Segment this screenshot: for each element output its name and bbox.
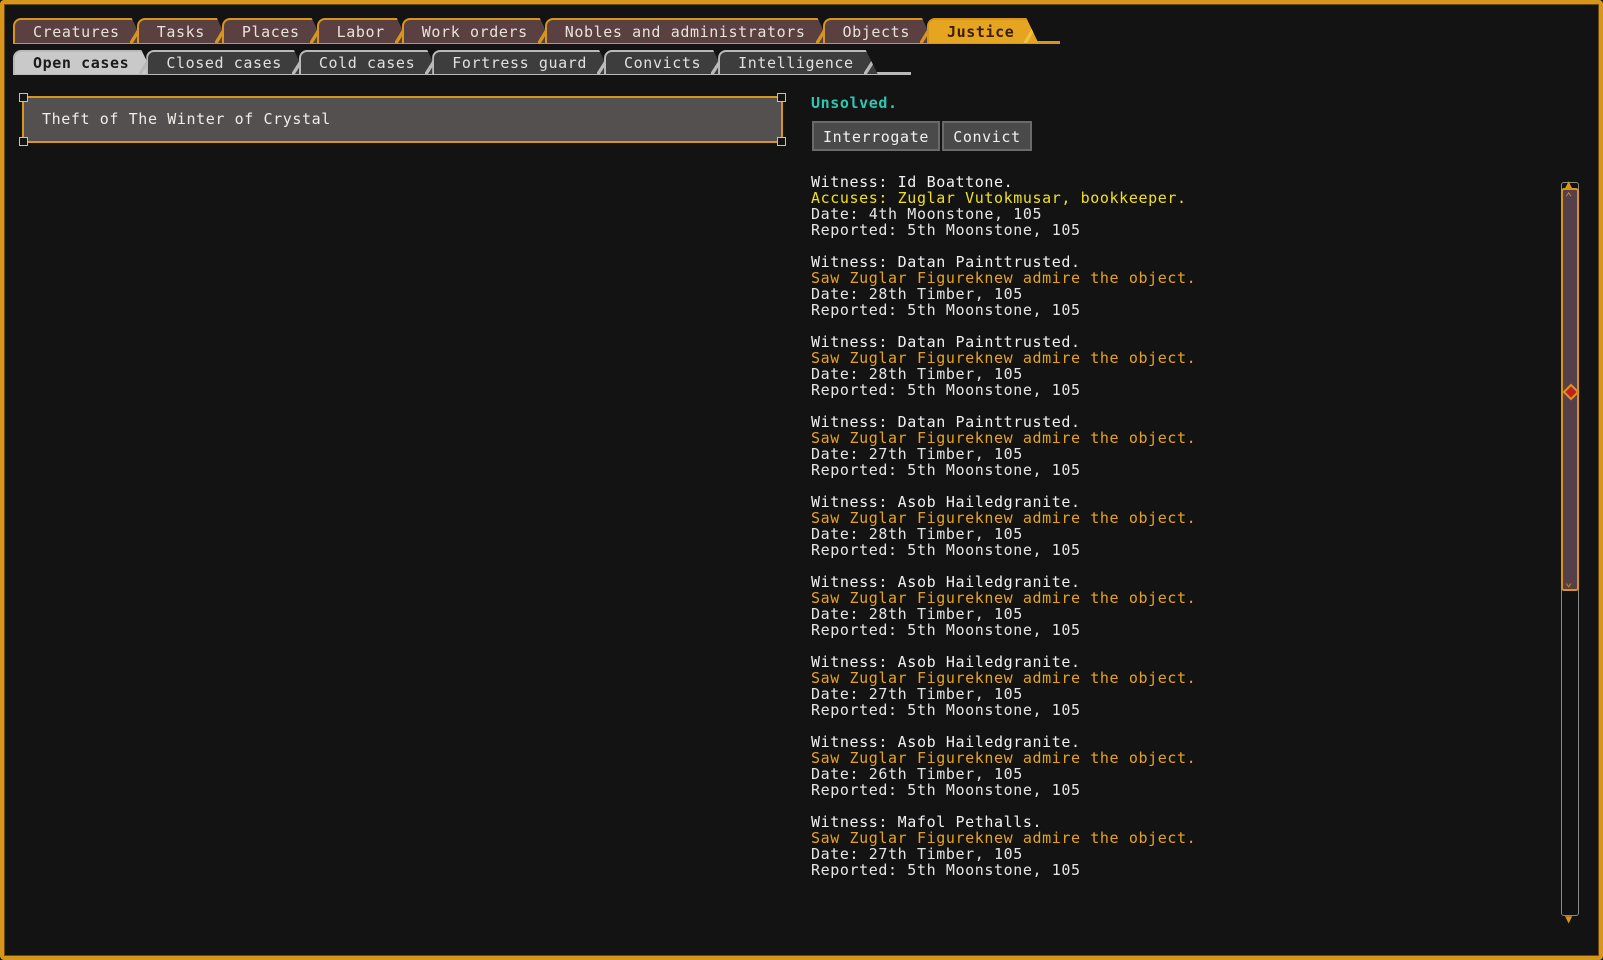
corner-ornament — [777, 137, 786, 146]
interrogate-button[interactable]: Interrogate — [812, 121, 940, 151]
tab-objects[interactable]: Objects — [823, 18, 934, 43]
witness-entry: Witness: Asob Hailedgranite. Saw Zuglar … — [811, 734, 1511, 798]
reported-date: Reported: 5th Moonstone, 105 — [811, 301, 1081, 319]
witness-name: Witness: Asob Hailedgranite. — [811, 493, 1081, 511]
reported-date: Reported: 5th Moonstone, 105 — [811, 781, 1081, 799]
witness-name: Witness: Asob Hailedgranite. — [811, 733, 1081, 751]
subtab-closed-cases[interactable]: Closed cases — [146, 50, 306, 74]
tab-labor[interactable]: Labor — [317, 18, 409, 43]
witness-testimony: Saw Zuglar Figureknew admire the object. — [811, 349, 1197, 367]
reported-date: Reported: 5th Moonstone, 105 — [811, 621, 1081, 639]
tab-creatures[interactable]: Creatures — [13, 18, 144, 43]
reported-date: Reported: 5th Moonstone, 105 — [811, 461, 1081, 479]
event-date: Date: 27th Timber, 105 — [811, 445, 1023, 463]
tab-work-orders[interactable]: Work orders — [402, 18, 552, 43]
tab-nobles-and-administrators[interactable]: Nobles and administrators — [545, 18, 830, 43]
witness-entry: Witness: Mafol Pethalls. Saw Zuglar Figu… — [811, 814, 1511, 878]
event-date: Date: 28th Timber, 105 — [811, 285, 1023, 303]
chevron-down-icon: ⌄ — [1565, 575, 1573, 589]
witness-testimony: Saw Zuglar Figureknew admire the object. — [811, 829, 1197, 847]
reported-date: Reported: 5th Moonstone, 105 — [811, 221, 1081, 239]
witness-entry: Witness: Datan Painttrusted. Saw Zuglar … — [811, 254, 1511, 318]
witness-testimony: Saw Zuglar Figureknew admire the object. — [811, 429, 1197, 447]
witness-testimony: Saw Zuglar Figureknew admire the object. — [811, 269, 1197, 287]
witness-entry: Witness: Id Boattone. Accuses: Zuglar Vu… — [811, 174, 1511, 238]
corner-ornament — [19, 137, 28, 146]
chevron-up-icon: ⌃ — [1565, 190, 1573, 204]
event-date: Date: 28th Timber, 105 — [811, 525, 1023, 543]
convict-button[interactable]: Convict — [942, 121, 1032, 151]
witness-testimony: Saw Zuglar Figureknew admire the object. — [811, 509, 1197, 527]
event-date: Date: 27th Timber, 105 — [811, 845, 1023, 863]
witness-testimony: Saw Zuglar Figureknew admire the object. — [811, 669, 1197, 687]
tab-justice[interactable]: Justice — [927, 18, 1038, 43]
witness-entry: Witness: Datan Painttrusted. Saw Zuglar … — [811, 334, 1511, 398]
reported-date: Reported: 5th Moonstone, 105 — [811, 541, 1081, 559]
case-status: Unsolved. — [811, 94, 898, 112]
witness-testimony: Saw Zuglar Figureknew admire the object. — [811, 589, 1197, 607]
witness-name: Witness: Asob Hailedgranite. — [811, 653, 1081, 671]
witness-name: Witness: Datan Painttrusted. — [811, 253, 1081, 271]
event-date: Date: 4th Moonstone, 105 — [811, 205, 1043, 223]
sub-tab-bar: Open cases Closed cases Cold cases Fortr… — [13, 50, 871, 74]
witness-report-list: Witness: Id Boattone. Accuses: Zuglar Vu… — [811, 174, 1511, 894]
arrow-up-icon[interactable]: ▲ — [1565, 178, 1572, 190]
subtab-fortress-guard[interactable]: Fortress guard — [432, 50, 611, 74]
subtab-open-cases[interactable]: Open cases — [13, 50, 153, 74]
reported-date: Reported: 5th Moonstone, 105 — [811, 701, 1081, 719]
reported-date: Reported: 5th Moonstone, 105 — [811, 381, 1081, 399]
witness-entry: Witness: Asob Hailedgranite. Saw Zuglar … — [811, 654, 1511, 718]
case-title: Theft of The Winter of Crystal — [42, 110, 331, 128]
witness-name: Witness: Datan Painttrusted. — [811, 413, 1081, 431]
witness-entry: Witness: Datan Painttrusted. Saw Zuglar … — [811, 414, 1511, 478]
main-tab-bar: Creatures Tasks Places Labor Work orders… — [13, 18, 1031, 43]
event-date: Date: 28th Timber, 105 — [811, 605, 1023, 623]
subtab-convicts[interactable]: Convicts — [604, 50, 725, 74]
event-date: Date: 27th Timber, 105 — [811, 685, 1023, 703]
event-date: Date: 26th Timber, 105 — [811, 765, 1023, 783]
reported-date: Reported: 5th Moonstone, 105 — [811, 861, 1081, 879]
corner-ornament — [19, 93, 28, 102]
witness-name: Witness: Id Boattone. — [811, 173, 1014, 191]
corner-ornament — [777, 93, 786, 102]
tab-tasks[interactable]: Tasks — [137, 18, 229, 43]
subtab-intelligence[interactable]: Intelligence — [718, 50, 878, 74]
subtab-cold-cases[interactable]: Cold cases — [299, 50, 439, 74]
arrow-down-icon[interactable]: ▼ — [1565, 913, 1572, 925]
witness-testimony: Accuses: Zuglar Vutokmusar, bookkeeper. — [811, 189, 1187, 207]
witness-name: Witness: Asob Hailedgranite. — [811, 573, 1081, 591]
witness-entry: Witness: Asob Hailedgranite. Saw Zuglar … — [811, 494, 1511, 558]
witness-entry: Witness: Asob Hailedgranite. Saw Zuglar … — [811, 574, 1511, 638]
witness-name: Witness: Datan Painttrusted. — [811, 333, 1081, 351]
case-list-item[interactable]: Theft of The Winter of Crystal — [19, 93, 786, 146]
witness-name: Witness: Mafol Pethalls. — [811, 813, 1043, 831]
tab-places[interactable]: Places — [222, 18, 324, 43]
witness-testimony: Saw Zuglar Figureknew admire the object. — [811, 749, 1197, 767]
event-date: Date: 28th Timber, 105 — [811, 365, 1023, 383]
